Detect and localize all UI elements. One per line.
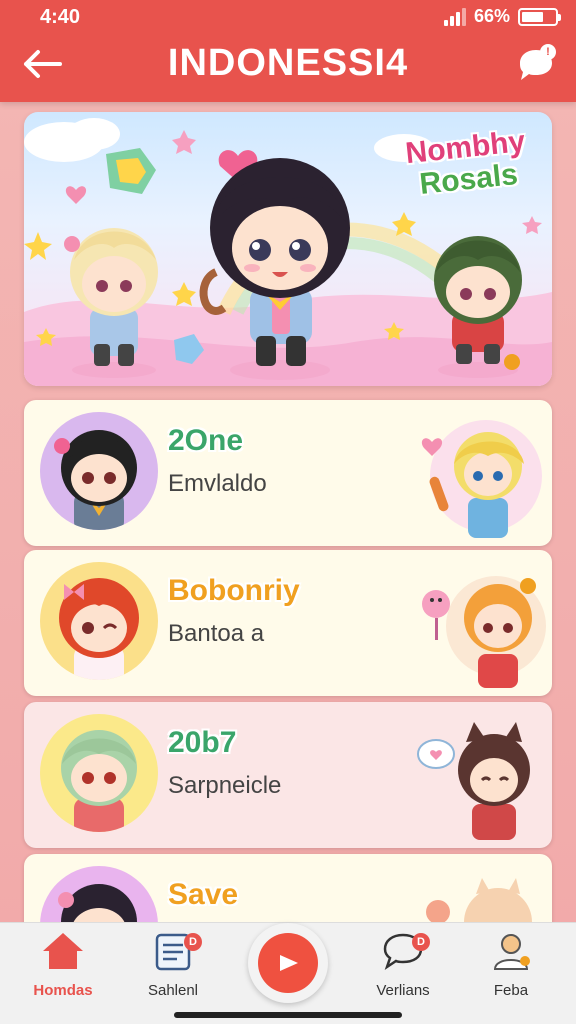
card-title: 2One bbox=[168, 424, 244, 457]
user-icon bbox=[493, 934, 530, 970]
card-title: Save bbox=[168, 878, 239, 911]
list-item[interactable]: Bobonriy Bantoa a bbox=[24, 550, 552, 696]
card-subtitle: Sarpneicle bbox=[168, 772, 282, 799]
avatar bbox=[40, 714, 158, 832]
character-illustration bbox=[421, 420, 542, 538]
battery-icon bbox=[518, 7, 561, 26]
character-portrait bbox=[61, 730, 137, 832]
list-item[interactable]: 20b7 Sarpneicle bbox=[24, 702, 552, 848]
nav-badge: D bbox=[412, 933, 430, 951]
battery-percent: 66% bbox=[473, 6, 510, 26]
home-indicator bbox=[174, 1012, 402, 1018]
nav-schedule[interactable]: D Sahlenl bbox=[118, 931, 228, 999]
avatar bbox=[40, 562, 158, 680]
nav-messages[interactable]: D Verlians bbox=[348, 931, 458, 999]
nav-home[interactable]: Homdas bbox=[8, 931, 118, 999]
play-button-inner bbox=[258, 933, 318, 993]
hero-banner[interactable]: Nombhy Rosals bbox=[24, 112, 552, 386]
list-item[interactable]: 2One Emvlaldo bbox=[24, 400, 552, 546]
character-illustration bbox=[422, 576, 546, 688]
nav-label: Sahlenl bbox=[147, 982, 199, 999]
character-portrait bbox=[54, 430, 137, 530]
nav-label: Homdas bbox=[33, 982, 93, 999]
nav-label: Verlians bbox=[376, 982, 430, 999]
character-portrait bbox=[59, 578, 139, 680]
notification-badge: ! bbox=[540, 44, 556, 60]
notifications-button[interactable]: ! bbox=[514, 42, 558, 86]
hero-title: Nombhy Rosals bbox=[399, 125, 535, 201]
app-header: 4:40 66% INDONESSI4 ! bbox=[0, 0, 576, 102]
battery-fill bbox=[522, 11, 544, 22]
page-title: INDONESSI4 bbox=[167, 42, 409, 84]
bottom-navigation: Homdas D Sahlenl D Verlians Feba bbox=[0, 922, 576, 1024]
nav-label: Feba bbox=[493, 982, 529, 999]
card-title: 20b7 bbox=[168, 726, 237, 759]
play-icon bbox=[280, 955, 298, 971]
nav-badge: D bbox=[184, 933, 202, 951]
play-button[interactable] bbox=[248, 923, 328, 1003]
card-subtitle: Emvlaldo bbox=[168, 470, 267, 497]
home-icon bbox=[43, 933, 83, 969]
status-indicators: 66% bbox=[443, 6, 561, 27]
character-illustration bbox=[417, 722, 530, 840]
nav-profile[interactable]: Feba bbox=[456, 931, 566, 999]
card-title: Bobonriy bbox=[168, 574, 300, 607]
status-time: 4:40 bbox=[40, 6, 81, 28]
avatar bbox=[40, 412, 158, 530]
card-subtitle: Bantoa a bbox=[168, 620, 265, 647]
signal-icon bbox=[443, 7, 466, 26]
